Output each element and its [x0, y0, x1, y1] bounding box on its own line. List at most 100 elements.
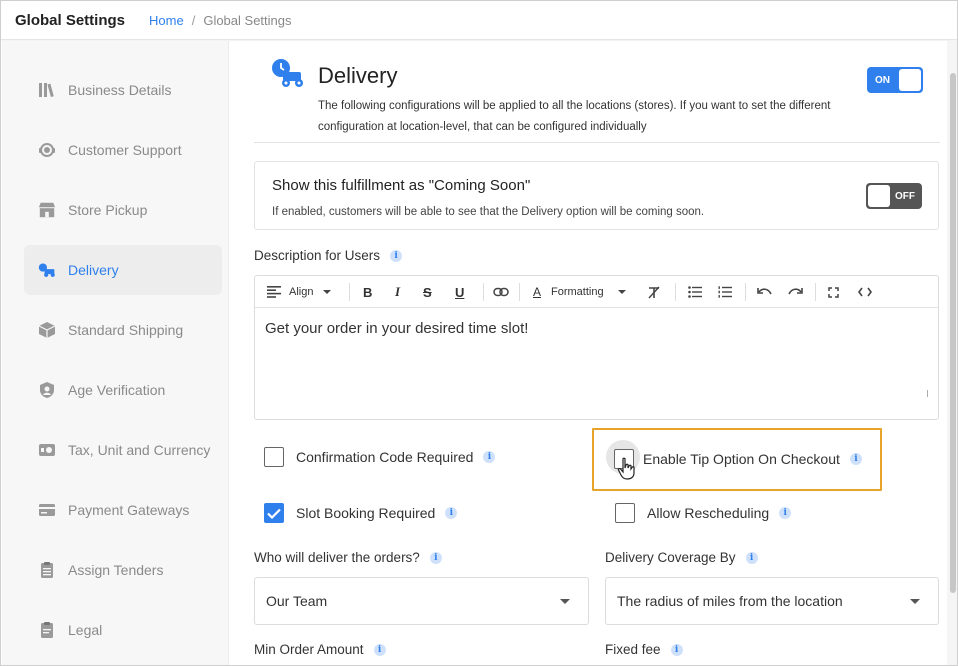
store-icon	[38, 201, 56, 219]
sidebar-item-label: Payment Gateways	[68, 502, 190, 518]
books-icon	[38, 81, 56, 99]
field-label-text: Min Order Amount	[254, 642, 364, 657]
sidebar-item-customer-support[interactable]: Customer Support	[24, 125, 222, 175]
sidebar-item-payment-gateways[interactable]: Payment Gateways	[24, 485, 222, 535]
who-delivers-select[interactable]: Our Team	[254, 577, 589, 625]
checkbox-label: Allow Rescheduling	[647, 505, 770, 521]
bold-icon[interactable]: B	[363, 282, 372, 302]
top-bar: Global Settings Home / Global Settings	[1, 1, 957, 40]
redo-icon[interactable]	[788, 282, 803, 302]
app-window: Global Settings Home / Global Settings B…	[0, 0, 958, 666]
clear-format-icon[interactable]	[647, 282, 661, 302]
clipboard-icon	[38, 561, 56, 579]
checkbox-box[interactable]	[615, 503, 635, 523]
chevron-down-icon	[323, 290, 332, 294]
select-value: The radius of miles from the location	[617, 593, 843, 609]
document-icon	[38, 621, 56, 639]
delivery-scooter-icon	[270, 58, 306, 88]
code-view-icon[interactable]	[858, 282, 872, 302]
field-label-text: Delivery Coverage By	[605, 550, 736, 565]
toggle-knob	[868, 185, 890, 207]
info-icon[interactable]: i	[483, 451, 496, 463]
divider	[254, 142, 940, 143]
card-icon	[38, 501, 56, 519]
sidebar-item-label: Customer Support	[68, 142, 182, 158]
info-icon[interactable]: i	[373, 643, 386, 656]
sidebar-item-business-details[interactable]: Business Details	[24, 65, 222, 115]
breadcrumb: Home / Global Settings	[149, 13, 291, 28]
sidebar-item-age-verification[interactable]: Age Verification	[24, 365, 222, 415]
sidebar-item-delivery[interactable]: Delivery	[24, 245, 222, 295]
scrollbar[interactable]	[947, 41, 957, 665]
checkbox-label: Slot Booking Required	[296, 505, 436, 521]
checkbox-label: Confirmation Code Required	[296, 449, 474, 465]
sidebar-item-label: Tax, Unit and Currency	[68, 442, 211, 458]
toggle-knob	[899, 69, 921, 91]
checkmark-icon	[267, 508, 281, 519]
support-agent-icon	[38, 141, 56, 159]
shield-user-icon	[38, 381, 56, 399]
select-value: Our Team	[266, 593, 328, 609]
page-description: The following configurations will be app…	[318, 100, 831, 133]
sidebar-item-tax-unit-currency[interactable]: Tax, Unit and Currency	[24, 425, 222, 475]
allow-rescheduling-checkbox[interactable]: Allow Rescheduling i	[615, 503, 792, 523]
confirmation-code-checkbox[interactable]: Confirmation Code Required i	[264, 447, 496, 467]
underline-icon[interactable]: U	[455, 282, 464, 302]
who-delivers-label: Who will deliver the orders? i	[254, 550, 442, 565]
breadcrumb-current: Global Settings	[203, 12, 292, 28]
checkbox-box[interactable]	[264, 447, 284, 467]
money-icon	[38, 441, 56, 459]
info-icon[interactable]: i	[445, 507, 458, 519]
sidebar-item-label: Store Pickup	[68, 202, 148, 218]
chevron-down-icon	[560, 599, 570, 604]
main-content: Delivery The following configurations wi…	[230, 41, 948, 665]
sidebar-item-label: Age Verification	[68, 382, 166, 398]
sidebar-item-store-pickup[interactable]: Store Pickup	[24, 185, 222, 235]
toolbar-divider	[815, 283, 816, 301]
sidebar-item-standard-shipping[interactable]: Standard Shipping	[24, 305, 222, 355]
text-color-icon: A	[533, 285, 542, 299]
info-icon[interactable]: i	[779, 507, 792, 519]
fullscreen-icon[interactable]	[828, 282, 839, 302]
bullet-list-icon[interactable]	[688, 282, 702, 302]
scrollbar-thumb[interactable]	[950, 73, 956, 593]
link-icon[interactable]	[493, 282, 509, 302]
align-dropdown[interactable]: Align	[267, 282, 332, 302]
sidebar-item-assign-tenders[interactable]: Assign Tenders	[24, 545, 222, 595]
info-icon[interactable]: i	[429, 551, 442, 564]
coming-soon-toggle[interactable]: OFF	[866, 183, 922, 209]
info-icon[interactable]: i	[390, 249, 403, 262]
numbered-list-icon[interactable]	[718, 282, 732, 302]
chevron-down-icon	[617, 290, 626, 294]
formatting-dropdown[interactable]: A Formatting	[533, 282, 626, 302]
toolbar-divider	[675, 283, 676, 301]
description-for-users-label: Description for Users i	[254, 248, 403, 263]
info-icon[interactable]: i	[849, 453, 862, 465]
fixed-fee-label: Fixed fee i	[605, 642, 683, 657]
toolbar-divider	[745, 283, 746, 301]
breadcrumb-separator: /	[191, 12, 196, 28]
sidebar-item-label: Delivery	[68, 262, 119, 278]
sidebar-item-label: Legal	[68, 622, 103, 638]
info-icon[interactable]: i	[745, 551, 758, 564]
italic-icon[interactable]: I	[395, 282, 400, 302]
toolbar-divider	[483, 283, 484, 301]
info-icon[interactable]: i	[670, 643, 683, 656]
resize-handle[interactable]	[927, 390, 928, 397]
hand-cursor-icon	[617, 457, 637, 486]
editor-content[interactable]: Get your order in your desired time slot…	[265, 320, 528, 337]
align-label: Align	[289, 286, 314, 298]
enable-tip-checkbox[interactable]: Enable Tip Option On Checkout i	[614, 449, 862, 469]
checkbox-box[interactable]	[264, 503, 284, 523]
strikethrough-icon[interactable]: S	[423, 282, 432, 302]
undo-icon[interactable]	[757, 282, 772, 302]
sidebar: Business Details Customer Support Store …	[2, 41, 229, 665]
breadcrumb-home-link[interactable]: Home	[149, 13, 184, 28]
slot-booking-checkbox[interactable]: Slot Booking Required i	[264, 503, 458, 523]
sidebar-item-legal[interactable]: Legal	[24, 605, 222, 655]
package-icon	[38, 321, 56, 339]
checkbox-label: Enable Tip Option On Checkout	[643, 451, 840, 467]
delivery-coverage-select[interactable]: The radius of miles from the location	[605, 577, 939, 625]
delivery-enabled-toggle[interactable]: ON	[867, 67, 923, 93]
page-title: Delivery	[318, 63, 398, 88]
